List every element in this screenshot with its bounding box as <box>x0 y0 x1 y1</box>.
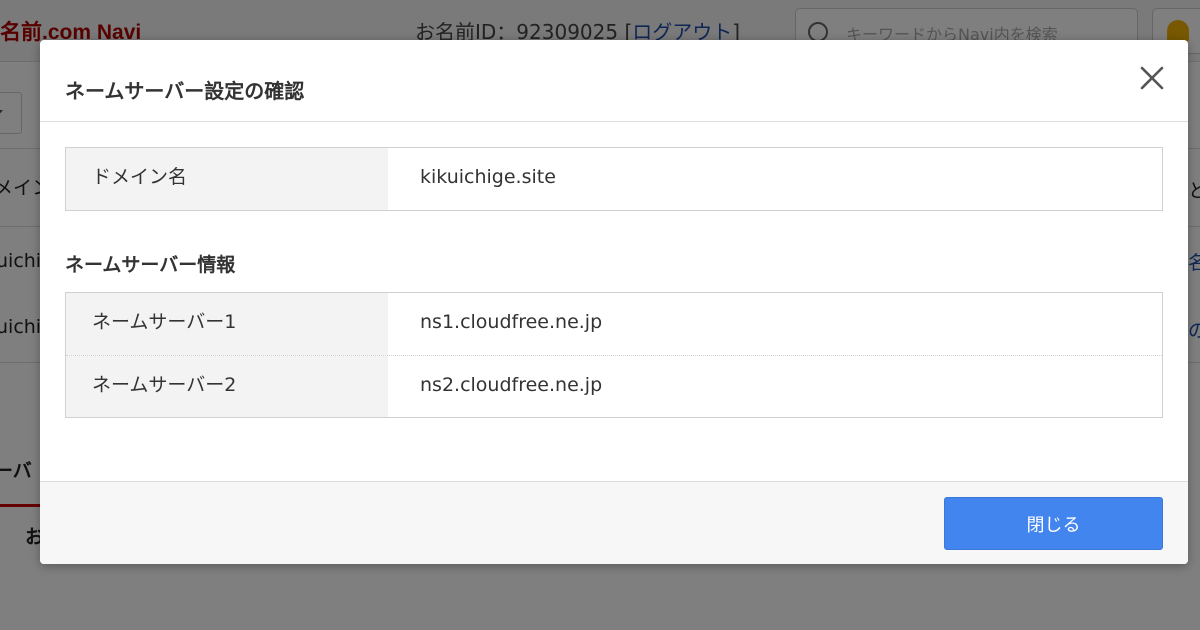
nameserver-row: ネームサーバー1 ns1.cloudfree.ne.jp <box>66 293 1162 355</box>
domain-row: ドメイン名 kikuichige.site <box>66 148 1162 210</box>
nameserver-value: ns2.cloudfree.ne.jp <box>388 356 1162 417</box>
domain-table: ドメイン名 kikuichige.site <box>65 147 1163 211</box>
nameserver-section-heading: ネームサーバー情報 <box>65 254 236 276</box>
nameserver-row: ネームサーバー2 ns2.cloudfree.ne.jp <box>66 355 1162 417</box>
domain-value: kikuichige.site <box>388 148 1162 210</box>
close-dialog-button[interactable]: 閉じる <box>944 497 1163 550</box>
nameserver-label: ネームサーバー2 <box>66 356 388 417</box>
nameserver-table: ネームサーバー1 ns1.cloudfree.ne.jp ネームサーバー2 ns… <box>65 292 1163 418</box>
nameserver-value: ns1.cloudfree.ne.jp <box>388 293 1162 355</box>
dialog-header: ネームサーバー設定の確認 <box>40 40 1188 122</box>
nameserver-confirm-dialog: ネームサーバー設定の確認 ドメイン名 kikuichige.site ネームサー… <box>40 40 1188 564</box>
dialog-title: ネームサーバー設定の確認 <box>65 79 305 103</box>
domain-label: ドメイン名 <box>66 148 388 210</box>
nameserver-label: ネームサーバー1 <box>66 293 388 355</box>
dialog-footer: 閉じる <box>40 481 1188 564</box>
close-button[interactable] <box>1136 62 1168 94</box>
close-icon <box>1140 66 1164 90</box>
